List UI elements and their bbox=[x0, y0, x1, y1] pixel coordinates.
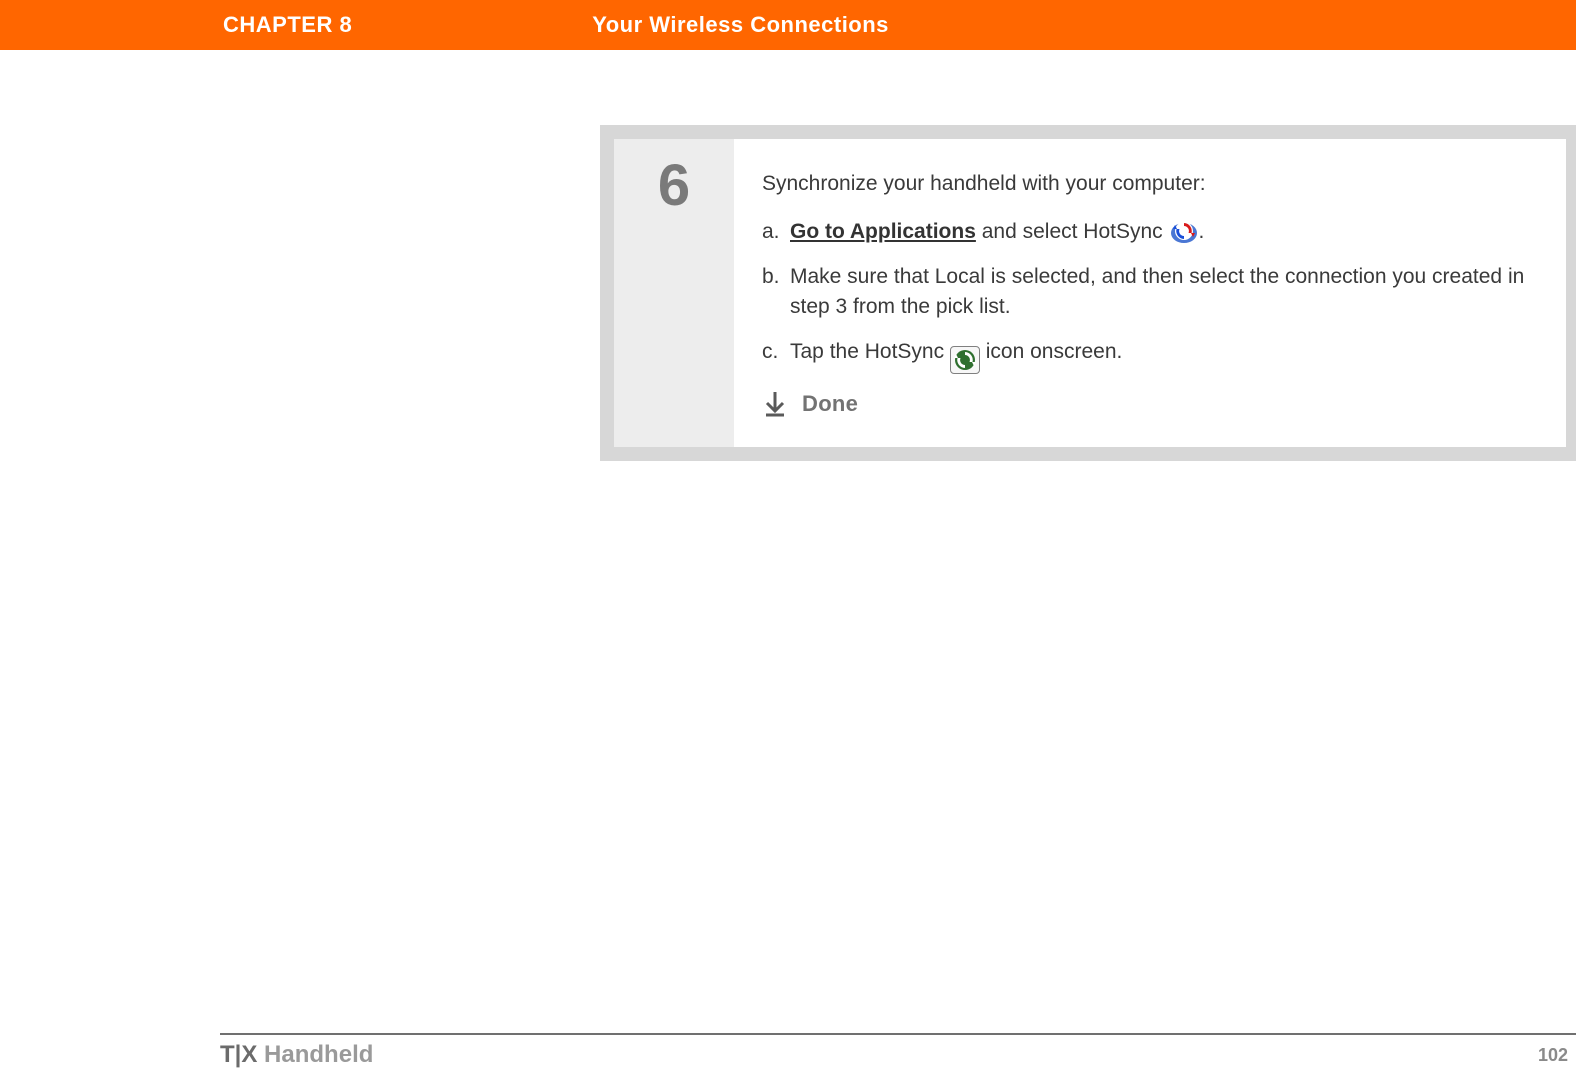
step-number-column: 6 bbox=[614, 139, 734, 447]
done-label: Done bbox=[802, 388, 858, 420]
step-body: Synchronize your handheld with your comp… bbox=[734, 139, 1566, 447]
chapter-label: CHAPTER 8 bbox=[223, 12, 352, 38]
step-lead-text: Synchronize your handheld with your comp… bbox=[762, 169, 1534, 199]
footer-product-bold: T|X bbox=[220, 1041, 257, 1068]
substep-b: b. Make sure that Local is selected, and… bbox=[762, 262, 1534, 323]
hotsync-button-icon bbox=[950, 346, 980, 374]
step-inner: 6 Synchronize your handheld with your co… bbox=[614, 139, 1566, 447]
footer-product: T|X Handheld bbox=[220, 1041, 373, 1069]
footer-product-rest: Handheld bbox=[257, 1041, 373, 1068]
done-row: Done bbox=[762, 388, 1534, 420]
hotsync-app-icon bbox=[1169, 220, 1199, 243]
chapter-title: Your Wireless Connections bbox=[592, 12, 889, 38]
go-to-applications-link[interactable]: Go to Applications bbox=[790, 220, 976, 243]
footer-page-number: 102 bbox=[1538, 1045, 1568, 1066]
step-card: 6 Synchronize your handheld with your co… bbox=[600, 125, 1576, 461]
chapter-header: CHAPTER 8 Your Wireless Connections bbox=[0, 0, 1576, 50]
footer-rule bbox=[220, 1033, 1576, 1035]
page-footer: T|X Handheld 102 bbox=[220, 1033, 1576, 1069]
substep-a: a. Go to Applications and select HotSync… bbox=[762, 217, 1534, 247]
down-arrow-icon bbox=[762, 391, 788, 417]
substep-c-after-icon: icon onscreen. bbox=[980, 340, 1122, 363]
substep-b-letter: b. bbox=[762, 262, 790, 323]
substep-a-letter: a. bbox=[762, 217, 790, 247]
substep-c-text: Tap the HotSync icon onscreen. bbox=[790, 337, 1534, 374]
footer-row: T|X Handheld 102 bbox=[220, 1041, 1576, 1069]
substep-a-text: Go to Applications and select HotSync . bbox=[790, 217, 1534, 247]
substep-c-letter: c. bbox=[762, 337, 790, 374]
substep-a-period: . bbox=[1199, 220, 1205, 243]
substep-b-text: Make sure that Local is selected, and th… bbox=[790, 262, 1534, 323]
step-number: 6 bbox=[614, 157, 734, 215]
substep-c: c. Tap the HotSync icon onscreen. bbox=[762, 337, 1534, 374]
substep-a-after-link: and select HotSync bbox=[976, 220, 1169, 243]
substep-c-before-icon: Tap the HotSync bbox=[790, 340, 950, 363]
